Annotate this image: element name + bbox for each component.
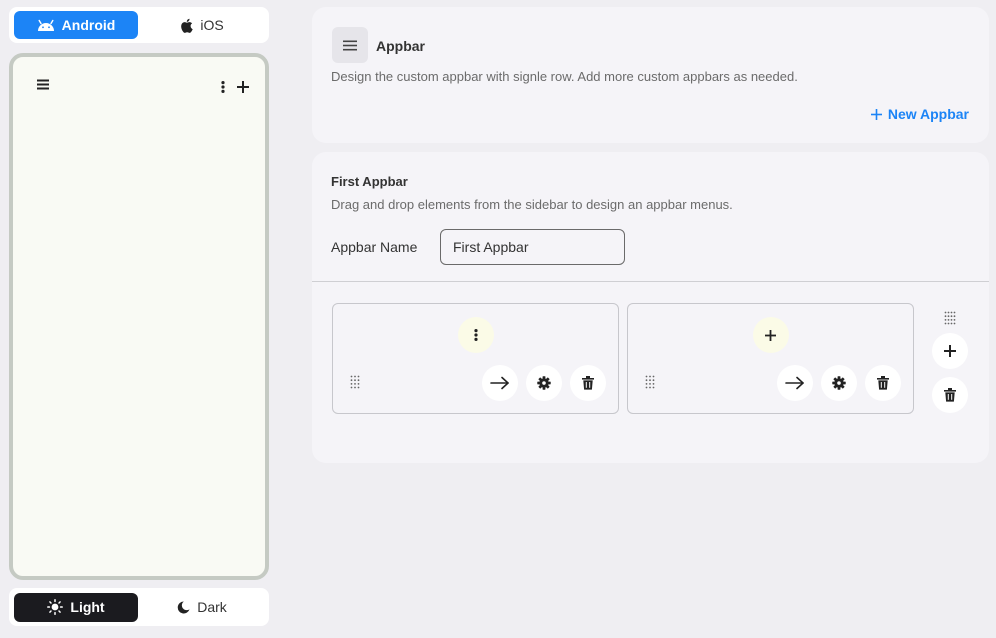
plus-icon <box>870 108 882 120</box>
ios-tab[interactable]: iOS <box>140 11 264 39</box>
more-vertical-icon[interactable] <box>221 81 225 93</box>
divider <box>312 281 989 282</box>
drag-handle-icon[interactable] <box>944 311 956 325</box>
gear-icon[interactable] <box>821 365 857 401</box>
phone-appbar-actions <box>221 81 249 93</box>
appbar-header-panel: Appbar Design the custom appbar with sig… <box>312 7 989 143</box>
phone-preview <box>9 53 269 580</box>
trash-icon[interactable] <box>570 365 606 401</box>
android-icon <box>37 19 55 31</box>
page-title: Appbar <box>376 38 425 54</box>
menu-item-actions <box>777 365 901 401</box>
page-description: Design the custom appbar with signle row… <box>331 69 798 84</box>
appbar-menu-icon <box>332 27 368 63</box>
ios-label: iOS <box>200 17 224 33</box>
plus-icon[interactable] <box>237 81 249 93</box>
new-appbar-button[interactable]: New Appbar <box>870 106 969 122</box>
arrow-right-icon[interactable] <box>482 365 518 401</box>
row-controls <box>932 311 968 413</box>
delete-row-button[interactable] <box>932 377 968 413</box>
platform-toggle: Android iOS <box>9 7 269 43</box>
appbar-name-label: Appbar Name <box>331 239 418 255</box>
plus-icon <box>944 345 956 357</box>
light-theme-button[interactable]: Light <box>14 592 138 622</box>
more-vertical-icon[interactable] <box>457 317 494 353</box>
appbar-description: Drag and drop elements from the sidebar … <box>331 197 733 212</box>
trash-icon[interactable] <box>865 365 901 401</box>
sun-icon <box>47 599 64 615</box>
theme-toggle: Light Dark <box>9 588 269 626</box>
menu-icon[interactable] <box>37 79 49 90</box>
drag-handle-icon[interactable] <box>645 375 655 389</box>
gear-icon[interactable] <box>526 365 562 401</box>
trash-icon <box>944 388 956 402</box>
menu-item-actions <box>482 365 606 401</box>
add-menu-item-button[interactable] <box>932 333 968 369</box>
moon-icon <box>177 600 190 614</box>
dark-theme-button[interactable]: Dark <box>140 593 264 622</box>
apple-icon <box>180 18 194 33</box>
arrow-right-icon[interactable] <box>777 365 813 401</box>
appbar-editor-panel: First Appbar Drag and drop elements from… <box>312 152 989 463</box>
menu-item-card <box>332 303 619 414</box>
menu-item-card <box>627 303 914 414</box>
appbar-title: First Appbar <box>331 174 408 189</box>
android-label: Android <box>61 17 116 33</box>
plus-icon[interactable] <box>752 317 789 353</box>
new-appbar-label: New Appbar <box>887 106 969 122</box>
android-tab[interactable]: Android <box>14 11 138 39</box>
light-label: Light <box>70 599 105 615</box>
appbar-name-input[interactable] <box>440 229 625 265</box>
dark-label: Dark <box>197 599 227 615</box>
drag-handle-icon[interactable] <box>350 375 360 389</box>
